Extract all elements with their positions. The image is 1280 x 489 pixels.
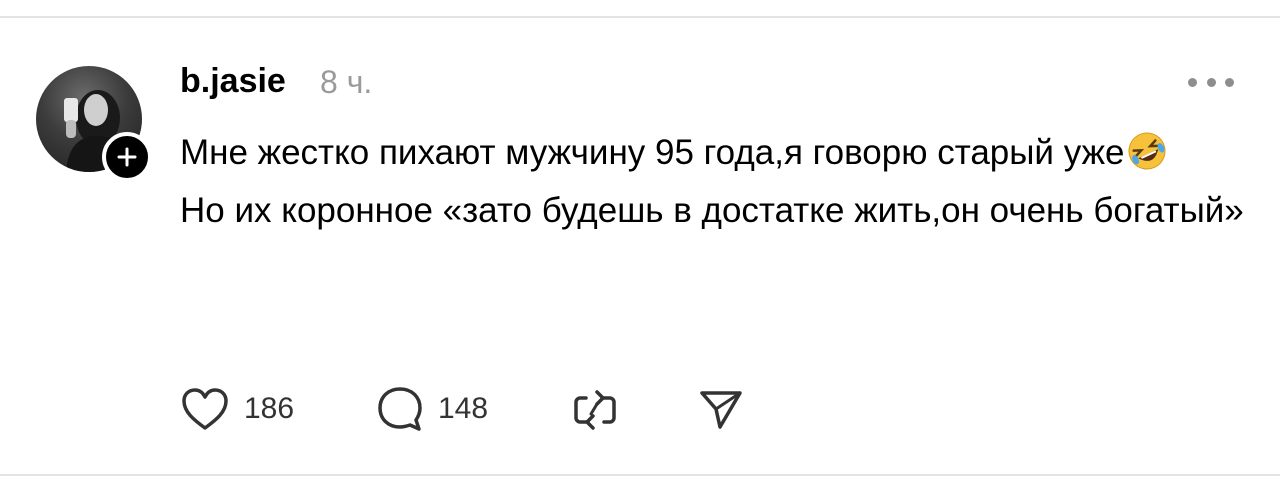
comment-count: 148 xyxy=(438,392,489,425)
repost-icon xyxy=(574,390,616,430)
more-icon-dot xyxy=(1225,77,1234,87)
share-button[interactable] xyxy=(696,384,744,434)
post-time: 8 ч. xyxy=(320,64,373,100)
more-button[interactable] xyxy=(1188,70,1234,94)
rolling-laughing-emoji xyxy=(1128,132,1166,170)
comment-icon xyxy=(378,387,422,431)
more-icon xyxy=(1188,77,1197,87)
post-text-line-1: Мне жестко пихают мужчину 95 года,я гово… xyxy=(180,133,1125,172)
username[interactable]: b.jasie xyxy=(180,62,286,101)
post-paragraph-1: Мне жестко пихают мужчину 95 года,я гово… xyxy=(180,124,1260,182)
post-paragraph-2: Но их коронное «зато будешь в достатке ж… xyxy=(180,182,1260,240)
post-text: Мне жестко пихают мужчину 95 года,я гово… xyxy=(180,124,1260,240)
follow-button[interactable] xyxy=(102,132,152,182)
more-icon-dot xyxy=(1206,77,1216,87)
like-button[interactable]: 186 xyxy=(180,384,294,434)
bottom-divider xyxy=(0,474,1280,476)
like-count: 186 xyxy=(244,392,295,425)
plus-icon xyxy=(117,147,137,167)
repost-button[interactable] xyxy=(570,384,620,434)
post-text-line-2: Но их коронное «зато будешь в достатке ж… xyxy=(180,191,1244,230)
send-icon xyxy=(700,391,742,429)
top-divider xyxy=(0,16,1280,18)
comment-button[interactable]: 148 xyxy=(376,384,488,434)
heart-icon xyxy=(182,388,228,430)
